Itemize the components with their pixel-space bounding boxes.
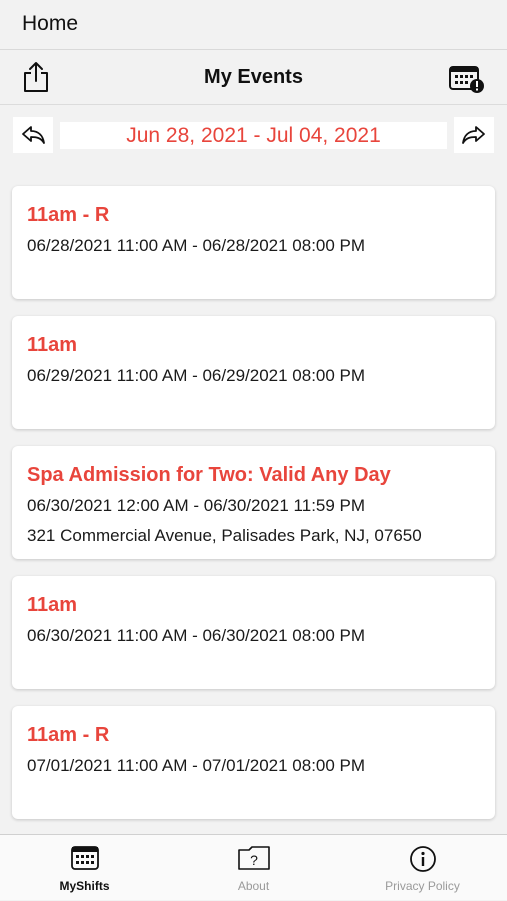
event-title: 11am [27,334,78,356]
date-range-label: Jun 28, 2021 - Jul 04, 2021 [60,122,447,149]
event-list: 11am - R 06/28/2021 11:00 AM - 06/28/202… [12,186,495,836]
calendar-icon [70,846,99,870]
event-title: 11am - R [27,724,110,746]
info-icon [409,846,436,872]
event-title: Spa Admission for Two: Valid Any Day [27,464,391,486]
date-navigator: Jun 28, 2021 - Jul 04, 2021 [0,112,507,158]
event-card[interactable]: 11am - R 06/28/2021 11:00 AM - 06/28/202… [12,186,495,299]
event-card[interactable]: 11am 06/30/2021 11:00 AM - 06/30/2021 08… [12,576,495,689]
event-location: 321 Commercial Avenue, Palisades Park, N… [27,526,422,545]
reply-arrow-icon [22,126,45,144]
page-title: My Events [204,66,303,88]
previous-week-button[interactable] [13,117,53,153]
event-time: 06/28/2021 11:00 AM - 06/28/2021 08:00 P… [27,236,366,255]
calendar-alert-button[interactable] [448,64,486,94]
event-title: 11am [27,594,78,616]
calendar-alert-icon [449,66,484,93]
tab-bar: MyShifts ? About Privacy Policy [0,834,507,900]
home-link[interactable]: Home [22,12,78,36]
tab-privacy-policy[interactable]: Privacy Policy [338,835,507,901]
event-card[interactable]: Spa Admission for Two: Valid Any Day 06/… [12,446,495,559]
tab-label: About [237,879,270,893]
next-week-button[interactable] [454,117,494,153]
question-icon: ? [237,846,270,870]
event-title: 11am - R [27,204,110,226]
event-card[interactable]: 11am - R 07/01/2021 11:00 AM - 07/01/202… [12,706,495,819]
tab-myshifts[interactable]: MyShifts [0,835,169,901]
event-time: 07/01/2021 11:00 AM - 07/01/2021 08:00 P… [27,756,366,775]
tab-about[interactable]: ? About [169,835,338,901]
tab-label: MyShifts [59,879,110,893]
nav-bar: My Events [0,50,507,105]
event-card[interactable]: 11am 06/29/2021 11:00 AM - 06/29/2021 08… [12,316,495,429]
top-bar: Home [0,0,507,50]
forward-arrow-icon [462,126,485,144]
event-time: 06/30/2021 12:00 AM - 06/30/2021 11:59 P… [27,496,366,515]
tab-label: Privacy Policy [385,879,460,893]
event-time: 06/30/2021 11:00 AM - 06/30/2021 08:00 P… [27,626,366,645]
event-time: 06/29/2021 11:00 AM - 06/29/2021 08:00 P… [27,366,366,385]
svg-text:?: ? [250,852,258,868]
